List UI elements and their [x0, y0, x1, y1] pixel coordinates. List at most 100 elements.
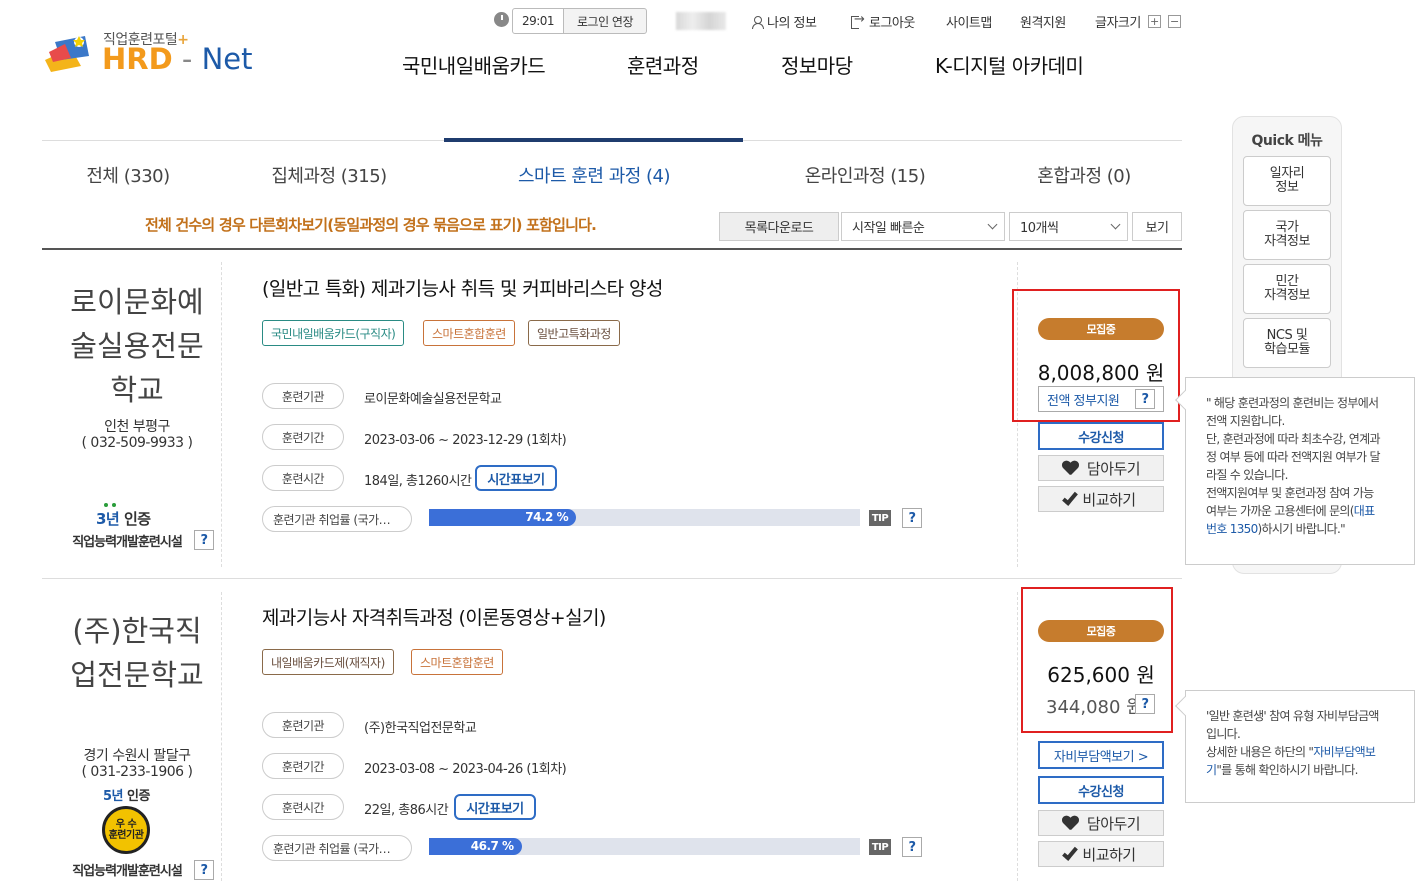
remote-support-link[interactable]: 원격지원: [1020, 12, 1066, 31]
wishlist-button[interactable]: 담아두기: [1038, 810, 1164, 836]
tab-smart-training[interactable]: 스마트 훈련 과정 (4): [494, 162, 694, 188]
certification-label: 직업능력개발훈련시설: [72, 864, 183, 879]
label-training-hours: 훈련시간: [262, 794, 344, 820]
tag-learning-card: 내일배움카드제(재직자): [262, 649, 394, 675]
course-price: 625,600 원: [1047, 663, 1155, 687]
employment-help-button[interactable]: ?: [902, 837, 922, 857]
user-name-blurred: [676, 12, 726, 30]
timetable-button[interactable]: 시간표보기: [454, 794, 536, 820]
compare-button[interactable]: 비교하기: [1038, 486, 1164, 512]
status-badge: 모집중: [1038, 620, 1164, 642]
label-training-period: 훈련기간: [262, 753, 344, 779]
label-training-institution: 훈련기관: [262, 712, 344, 738]
quick-item-national-cert[interactable]: 국가 자격정보: [1243, 210, 1331, 260]
font-size-control: 글자크기 + −: [1095, 12, 1181, 31]
employment-rate-label[interactable]: 훈련기관 취업률 (국가…: [262, 506, 412, 532]
my-info-link[interactable]: 나의 정보: [752, 12, 817, 31]
employment-rate-fill: 74.2 %: [429, 509, 577, 526]
self-pay-help-button[interactable]: ?: [1135, 694, 1155, 714]
row-separator: [42, 578, 1182, 579]
employment-help-button[interactable]: ?: [902, 508, 922, 528]
hrd-net-logo-icon[interactable]: [41, 30, 99, 74]
chevron-down-icon: [1110, 219, 1121, 230]
font-decrease-button[interactable]: −: [1167, 15, 1181, 28]
self-pay-view-button[interactable]: 자비부담액보기 >: [1038, 741, 1164, 769]
tag-highschool: 일반고특화과정: [528, 320, 620, 346]
nav-learning-card[interactable]: 국민내일배움카드: [402, 50, 546, 79]
employment-rate-label[interactable]: 훈련기관 취업률 (국가…: [262, 835, 412, 861]
employment-rate-bar: 46.7 %: [429, 838, 860, 855]
tab-blended[interactable]: 혼합과정 (0): [1020, 162, 1148, 188]
heart-icon: [1062, 816, 1079, 831]
quick-item-ncs[interactable]: NCS 및 학습모듈: [1243, 318, 1331, 368]
label-training-period: 훈련기간: [262, 424, 344, 450]
heart-icon: [1062, 461, 1079, 476]
certification-years: 5년 인증: [103, 789, 150, 804]
tip-badge[interactable]: TIP: [869, 839, 891, 855]
tag-learning-card: 국민내일배움카드(구직자): [262, 320, 405, 346]
value-training-period: 2023-03-06 ~ 2023-12-29 (1회차): [364, 433, 567, 448]
value-training-institution: 로이문화예술실용전문학교: [364, 392, 502, 407]
wishlist-button[interactable]: 담아두기: [1038, 455, 1164, 481]
nav-info-plaza[interactable]: 정보마당: [781, 50, 853, 79]
list-notice: 전체 건수의 경우 다른회차보기(동일과정의 경우 묶음으로 표기) 포함입니다…: [145, 216, 597, 234]
quick-item-jobs[interactable]: 일자리 정보: [1243, 156, 1331, 206]
download-list-button[interactable]: 목록다운로드: [719, 212, 839, 241]
quick-item-private-cert[interactable]: 민간 자격정보: [1243, 264, 1331, 314]
value-training-hours: 22일, 총86시간: [364, 803, 449, 818]
value-training-period: 2023-03-08 ~ 2023-04-26 (1회차): [364, 762, 567, 777]
support-help-button[interactable]: ?: [1135, 389, 1155, 409]
institution-name[interactable]: (주)한국직 업전문학교: [52, 609, 222, 697]
tab-all[interactable]: 전체 (330): [68, 162, 188, 188]
nav-k-digital[interactable]: K-디지털 아카데미: [935, 50, 1084, 79]
certification-label: 직업능력개발훈련시설: [72, 535, 183, 550]
timetable-button[interactable]: 시간표보기: [475, 465, 557, 491]
person-icon: [752, 15, 764, 29]
active-tab-indicator: [444, 138, 743, 142]
institution-address: 경기 수원시 팔달구 ( 031-233-1906 ): [81, 748, 194, 780]
certification-years: 3년 인증: [96, 510, 151, 528]
page-size-select[interactable]: 10개씩: [1009, 212, 1128, 241]
clock-icon: [494, 12, 509, 27]
quick-menu-title: Quick 메뉴: [1251, 133, 1323, 149]
extend-login-button[interactable]: 로그인 연장: [563, 8, 647, 34]
sitemap-link[interactable]: 사이트맵: [946, 12, 992, 31]
status-badge: 모집중: [1038, 318, 1164, 340]
column-divider: [1017, 592, 1018, 881]
self-pay-amount: 344,080 원: [1046, 697, 1143, 718]
font-increase-button[interactable]: +: [1147, 15, 1161, 28]
excellent-institution-seal-icon: 우 수 훈련기관: [102, 806, 150, 854]
logout-icon: [851, 12, 865, 29]
tab-classroom[interactable]: 집체과정 (315): [254, 162, 404, 188]
check-icon: [1062, 488, 1079, 506]
course-title[interactable]: (일반고 특화) 제과기능사 취득 및 커피바리스타 양성: [262, 274, 663, 301]
nav-training-courses[interactable]: 훈련과정: [627, 50, 699, 79]
label-training-hours: 훈련시간: [262, 465, 344, 491]
tab-online[interactable]: 온라인과정 (15): [790, 162, 940, 188]
logout-link[interactable]: 로그아웃: [851, 12, 915, 31]
apply-button[interactable]: 수강신청: [1038, 422, 1164, 450]
compare-button[interactable]: 비교하기: [1038, 841, 1164, 867]
session-timer: 29:01: [512, 8, 564, 34]
institution-address: 인천 부평구 ( 032-509-9933 ): [81, 419, 194, 451]
course-price: 8,008,800 원: [1037, 361, 1165, 385]
self-pay-tooltip: '일반 훈련생' 참여 유형 자비부담금액 입니다. 상세한 내용은 하단의 "…: [1185, 690, 1415, 803]
cert-dots-icon: [104, 503, 116, 507]
institution-name[interactable]: 로이문화예 술실용전문 학교: [52, 280, 222, 412]
cert-help-button[interactable]: ?: [194, 860, 214, 880]
sort-select[interactable]: 시작일 빠른순: [841, 212, 1005, 241]
value-training-institution: (주)한국직업전문학교: [364, 721, 477, 736]
view-button[interactable]: 보기: [1132, 212, 1182, 241]
tag-smart-blended: 스마트혼합훈련: [423, 320, 515, 346]
list-top-border: [42, 248, 1182, 250]
apply-button[interactable]: 수강신청: [1038, 776, 1164, 804]
tip-badge[interactable]: TIP: [869, 510, 891, 526]
employment-rate-bar: 74.2 %: [429, 509, 860, 526]
course-title[interactable]: 제과기능사 자격취득과정 (이론동영상+실기): [262, 603, 606, 630]
course-tags: 국민내일배움카드(구직자) 스마트혼합훈련 일반고특화과정: [262, 320, 662, 348]
tag-smart-blended: 스마트혼합훈련: [411, 649, 503, 675]
logo-title[interactable]: HRD - Net: [102, 42, 253, 76]
chevron-down-icon: [987, 219, 998, 230]
check-icon: [1062, 843, 1079, 861]
cert-help-button[interactable]: ?: [194, 530, 214, 550]
